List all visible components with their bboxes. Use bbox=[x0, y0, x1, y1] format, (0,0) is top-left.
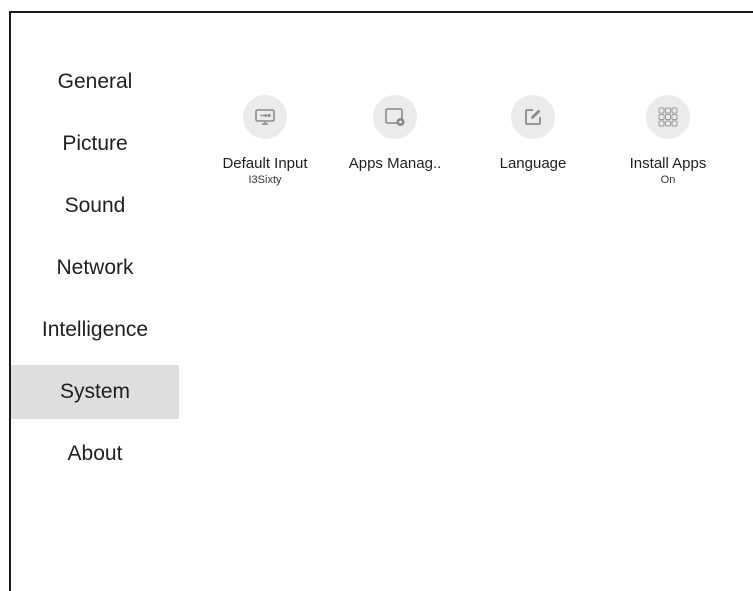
language-tile[interactable]: Language bbox=[473, 95, 593, 174]
default-input-label: Default Input bbox=[222, 155, 308, 172]
grid-icon bbox=[646, 95, 690, 139]
install-apps-tile[interactable]: Install Apps On bbox=[608, 95, 728, 186]
sidebar-item-about[interactable]: About bbox=[11, 427, 179, 481]
sidebar-item-system[interactable]: System bbox=[11, 365, 179, 419]
language-label: Language bbox=[499, 155, 567, 172]
edit-icon bbox=[511, 95, 555, 139]
apps-manager-icon bbox=[373, 95, 417, 139]
sidebar-item-network[interactable]: Network bbox=[11, 241, 179, 295]
system-settings-grid: Default Input I3Sixty Apps Manag.. Langu… bbox=[205, 95, 745, 215]
default-input-value: I3Sixty bbox=[248, 174, 282, 186]
install-apps-value: On bbox=[660, 174, 676, 186]
sidebar-item-picture[interactable]: Picture bbox=[11, 117, 179, 171]
default-input-tile[interactable]: Default Input I3Sixty bbox=[205, 95, 325, 186]
install-apps-label: Install Apps bbox=[629, 155, 707, 172]
sidebar-item-general[interactable]: General bbox=[11, 55, 179, 109]
apps-manager-label: Apps Manag.. bbox=[348, 155, 442, 172]
apps-manager-tile[interactable]: Apps Manag.. bbox=[335, 95, 455, 174]
sidebar-item-intelligence[interactable]: Intelligence bbox=[11, 303, 179, 357]
settings-sidebar: General Picture Sound Network Intelligen… bbox=[11, 55, 179, 489]
sidebar-item-sound[interactable]: Sound bbox=[11, 179, 179, 233]
input-source-icon bbox=[243, 95, 287, 139]
